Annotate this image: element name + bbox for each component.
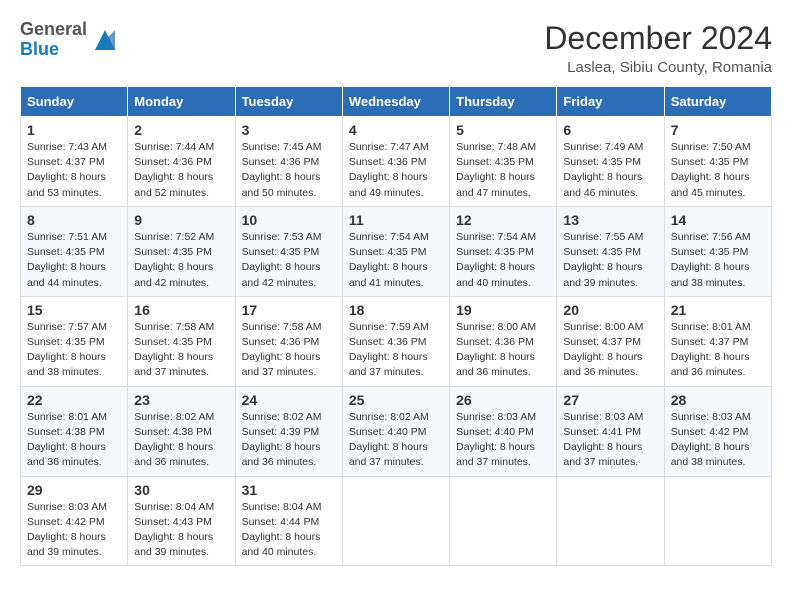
logo-line2: Blue (20, 40, 87, 60)
table-row: 7 Sunrise: 7:50 AMSunset: 4:35 PMDayligh… (664, 117, 771, 207)
empty-cell (450, 476, 557, 566)
table-row: 13 Sunrise: 7:55 AMSunset: 4:35 PMDaylig… (557, 206, 664, 296)
table-row: 22 Sunrise: 8:01 AMSunset: 4:38 PMDaylig… (21, 386, 128, 476)
table-row: 3 Sunrise: 7:45 AMSunset: 4:36 PMDayligh… (235, 117, 342, 207)
week-row: 22 Sunrise: 8:01 AMSunset: 4:38 PMDaylig… (21, 386, 772, 476)
table-row: 21 Sunrise: 8:01 AMSunset: 4:37 PMDaylig… (664, 296, 771, 386)
table-row: 18 Sunrise: 7:59 AMSunset: 4:36 PMDaylig… (342, 296, 449, 386)
logo-icon (90, 25, 120, 55)
table-row: 25 Sunrise: 8:02 AMSunset: 4:40 PMDaylig… (342, 386, 449, 476)
table-row: 6 Sunrise: 7:49 AMSunset: 4:35 PMDayligh… (557, 117, 664, 207)
table-row: 12 Sunrise: 7:54 AMSunset: 4:35 PMDaylig… (450, 206, 557, 296)
calendar-table: Sunday Monday Tuesday Wednesday Thursday… (20, 86, 772, 566)
page-header: General Blue December 2024 Laslea, Sibiu… (20, 20, 772, 76)
col-monday: Monday (128, 87, 235, 117)
table-row: 29 Sunrise: 8:03 AMSunset: 4:42 PMDaylig… (21, 476, 128, 566)
col-tuesday: Tuesday (235, 87, 342, 117)
title-area: December 2024 Laslea, Sibiu County, Roma… (544, 20, 772, 76)
empty-cell (557, 476, 664, 566)
col-thursday: Thursday (450, 87, 557, 117)
col-wednesday: Wednesday (342, 87, 449, 117)
table-row: 27 Sunrise: 8:03 AMSunset: 4:41 PMDaylig… (557, 386, 664, 476)
logo-text: General Blue (20, 20, 87, 60)
table-row: 8 Sunrise: 7:51 AMSunset: 4:35 PMDayligh… (21, 206, 128, 296)
table-row: 19 Sunrise: 8:00 AMSunset: 4:36 PMDaylig… (450, 296, 557, 386)
table-row: 5 Sunrise: 7:48 AMSunset: 4:35 PMDayligh… (450, 117, 557, 207)
table-row: 14 Sunrise: 7:56 AMSunset: 4:35 PMDaylig… (664, 206, 771, 296)
week-row: 29 Sunrise: 8:03 AMSunset: 4:42 PMDaylig… (21, 476, 772, 566)
table-row: 10 Sunrise: 7:53 AMSunset: 4:35 PMDaylig… (235, 206, 342, 296)
table-row: 16 Sunrise: 7:58 AMSunset: 4:35 PMDaylig… (128, 296, 235, 386)
table-row: 23 Sunrise: 8:02 AMSunset: 4:38 PMDaylig… (128, 386, 235, 476)
empty-cell (664, 476, 771, 566)
empty-cell (342, 476, 449, 566)
table-row: 9 Sunrise: 7:52 AMSunset: 4:35 PMDayligh… (128, 206, 235, 296)
week-row: 8 Sunrise: 7:51 AMSunset: 4:35 PMDayligh… (21, 206, 772, 296)
table-row: 31 Sunrise: 8:04 AMSunset: 4:44 PMDaylig… (235, 476, 342, 566)
table-row: 15 Sunrise: 7:57 AMSunset: 4:35 PMDaylig… (21, 296, 128, 386)
table-row: 17 Sunrise: 7:58 AMSunset: 4:36 PMDaylig… (235, 296, 342, 386)
table-row: 4 Sunrise: 7:47 AMSunset: 4:36 PMDayligh… (342, 117, 449, 207)
week-row: 15 Sunrise: 7:57 AMSunset: 4:35 PMDaylig… (21, 296, 772, 386)
col-saturday: Saturday (664, 87, 771, 117)
logo-line1: General (20, 20, 87, 40)
table-row: 1 Sunrise: 7:43 AMSunset: 4:37 PMDayligh… (21, 117, 128, 207)
week-row: 1 Sunrise: 7:43 AMSunset: 4:37 PMDayligh… (21, 117, 772, 207)
table-row: 26 Sunrise: 8:03 AMSunset: 4:40 PMDaylig… (450, 386, 557, 476)
table-row: 2 Sunrise: 7:44 AMSunset: 4:36 PMDayligh… (128, 117, 235, 207)
logo: General Blue (20, 20, 120, 60)
table-row: 20 Sunrise: 8:00 AMSunset: 4:37 PMDaylig… (557, 296, 664, 386)
table-row: 30 Sunrise: 8:04 AMSunset: 4:43 PMDaylig… (128, 476, 235, 566)
table-row: 24 Sunrise: 8:02 AMSunset: 4:39 PMDaylig… (235, 386, 342, 476)
col-sunday: Sunday (21, 87, 128, 117)
col-friday: Friday (557, 87, 664, 117)
table-row: 11 Sunrise: 7:54 AMSunset: 4:35 PMDaylig… (342, 206, 449, 296)
location-title: Laslea, Sibiu County, Romania (544, 59, 772, 76)
header-row: Sunday Monday Tuesday Wednesday Thursday… (21, 87, 772, 117)
month-title: December 2024 (544, 20, 772, 57)
table-row: 28 Sunrise: 8:03 AMSunset: 4:42 PMDaylig… (664, 386, 771, 476)
